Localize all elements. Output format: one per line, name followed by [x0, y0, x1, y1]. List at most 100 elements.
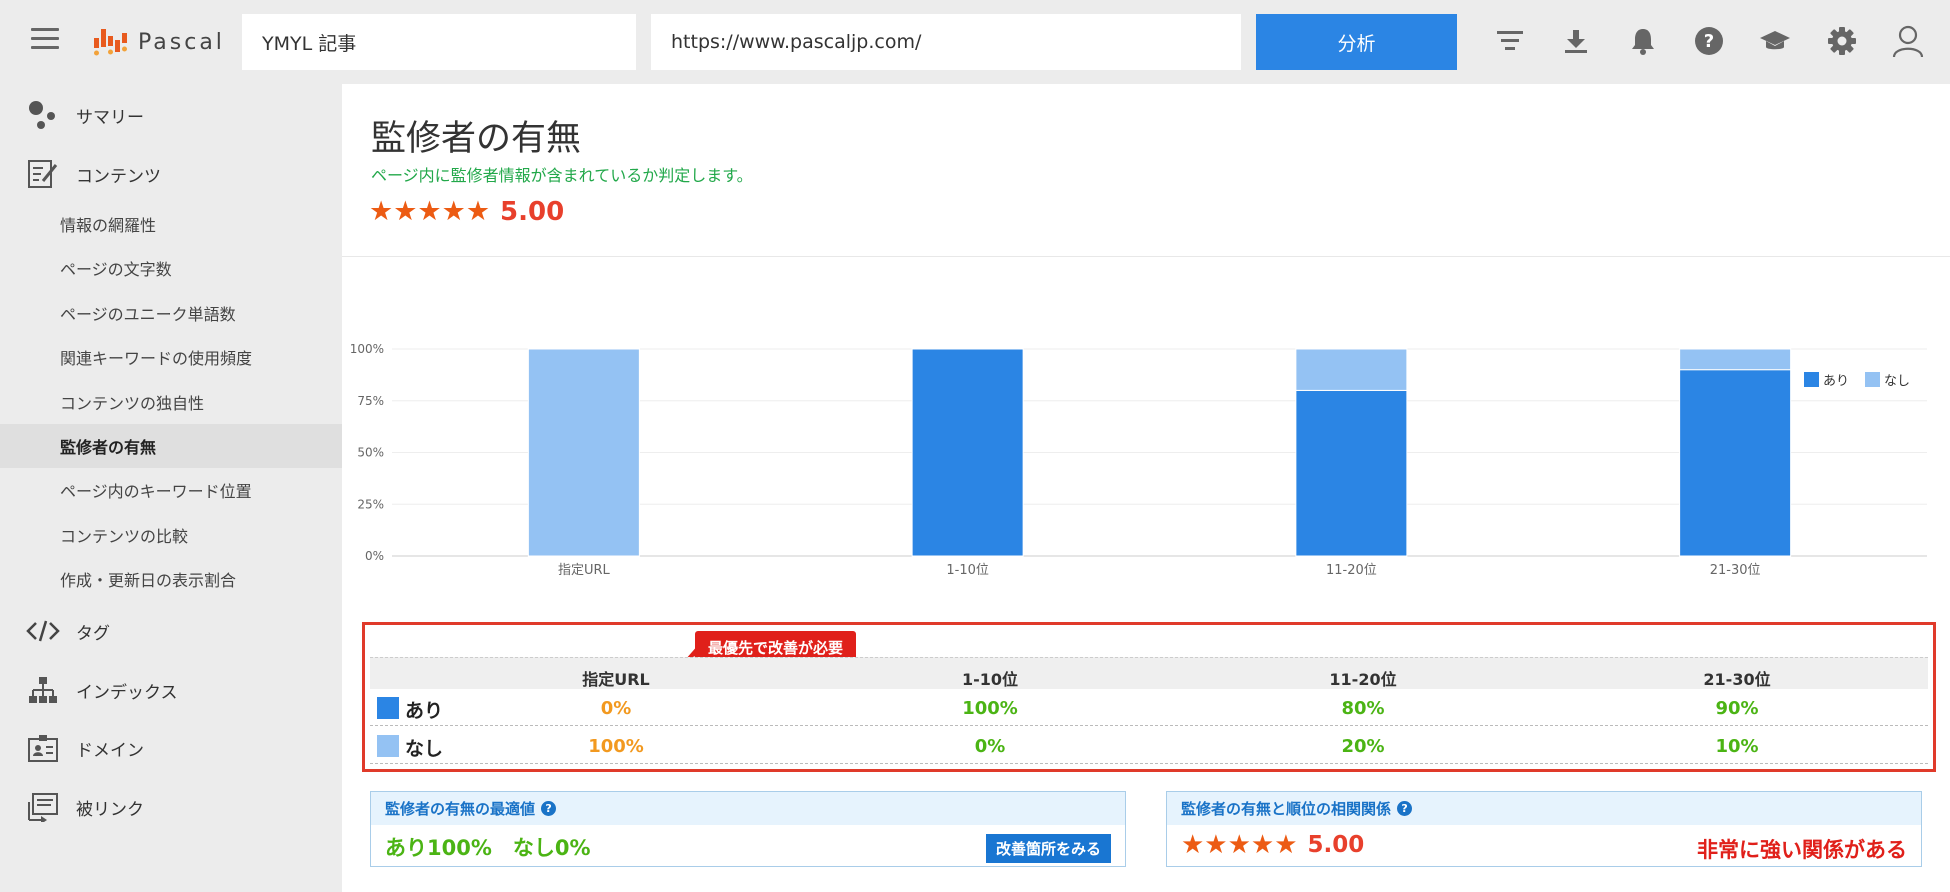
user-icon[interactable]: [1891, 24, 1925, 58]
panel-header: 監修者の有無と順位の相関関係 ?: [1167, 792, 1921, 825]
pascal-logo-icon: [94, 29, 127, 56]
sidebar-item-index[interactable]: インデックス: [0, 668, 342, 712]
table-cell: 80%: [1341, 698, 1385, 719]
top-bar: Pascal 分析 ?: [0, 0, 1950, 84]
optimal-value: あり100% なし0%: [385, 836, 591, 860]
y-tick-label: 100%: [350, 342, 384, 356]
row-swatch: [377, 735, 399, 757]
sidebar-item-label: コンテンツ: [76, 166, 161, 187]
table-cell: 10%: [1715, 736, 1759, 757]
sidebar: サマリー コンテンツ 情報の網羅性 ページの文字数 ページのユニーク単語数 関連…: [0, 84, 342, 892]
correlation-score: 5.00: [1307, 832, 1365, 858]
bar-segment-nashi: [1679, 348, 1792, 371]
url-input[interactable]: [651, 14, 1241, 70]
backlink-icon: [26, 790, 60, 824]
filter-icon[interactable]: [1493, 24, 1527, 58]
sidebar-subitem-keyword-position[interactable]: ページ内のキーワード位置: [0, 468, 342, 512]
x-tick-label: 1-10位: [946, 563, 989, 578]
svg-text:?: ?: [1704, 31, 1714, 52]
sidebar-item-summary[interactable]: サマリー: [0, 93, 342, 137]
row-swatch: [377, 697, 399, 719]
logo[interactable]: Pascal: [92, 22, 225, 62]
table-header-cell: 21-30位: [1703, 670, 1771, 689]
correlation-rating: ★★★★★ 5.00: [1181, 830, 1364, 860]
sidebar-subitem-keyword-frequency[interactable]: 関連キーワードの使用頻度: [0, 335, 342, 379]
gear-icon[interactable]: [1825, 24, 1859, 58]
sidebar-item-backlink[interactable]: 被リンク: [0, 785, 342, 829]
table-header-cell: 指定URL: [582, 670, 650, 689]
view-improvements-button[interactable]: 改善箇所をみる: [985, 834, 1111, 863]
bar-segment-ari: [911, 348, 1024, 557]
sidebar-item-label: インデックス: [76, 682, 178, 703]
chart-plot: 0% 25% 50% 75% 100% 指定URL 1-10位 11-20位 21-30位: [350, 342, 1927, 578]
table-row: なし 100% 0% 20% 10%: [370, 727, 1928, 764]
sidebar-subitem-comparison[interactable]: コンテンツの比較: [0, 513, 342, 557]
table-cell: 100%: [962, 698, 1018, 719]
sidebar-subitem-label: 関連キーワードの使用頻度: [60, 349, 253, 368]
bar-segment-nashi: [1295, 348, 1408, 391]
content-icon: [26, 157, 60, 191]
sidebar-subitem-label: 情報の網羅性: [60, 216, 157, 235]
sidebar-item-content[interactable]: コンテンツ: [0, 152, 342, 196]
help-icon[interactable]: ?: [1692, 24, 1726, 58]
table-cell: 0%: [600, 698, 632, 719]
sidebar-subitem-label: 作成・更新日の表示割合: [60, 571, 237, 590]
bar-segment-ari: [1679, 369, 1792, 557]
row-label: あり: [405, 700, 444, 722]
comparison-table: 最優先で改善が必要 指定URL 1-10位 11-20位 21-30位 あり 0…: [362, 622, 1936, 772]
sidebar-subitem-label: コンテンツの比較: [60, 527, 189, 546]
correlation-panel: 監修者の有無と順位の相関関係 ? ★★★★★ 5.00 非常に強い関係がある: [1166, 791, 1922, 867]
table-cell: 100%: [588, 736, 644, 757]
sidebar-subitem-label: 監修者の有無: [60, 438, 157, 457]
y-tick-label: 25%: [357, 497, 384, 511]
x-tick-label: 指定URL: [558, 563, 611, 578]
id-card-icon: [26, 731, 60, 765]
graduation-cap-icon[interactable]: [1758, 24, 1792, 58]
panel-header: 監修者の有無の最適値 ?: [371, 792, 1125, 825]
sidebar-item-domain[interactable]: ドメイン: [0, 726, 342, 770]
sidebar-subitem-unique-words[interactable]: ページのユニーク単語数: [0, 291, 342, 335]
y-tick-label: 50%: [357, 446, 384, 460]
help-icon[interactable]: ?: [1397, 801, 1413, 816]
page-title: 監修者の有無: [371, 119, 582, 159]
sidebar-subitem-char-count[interactable]: ページの文字数: [0, 246, 342, 290]
summary-icon: [26, 98, 60, 132]
sidebar-item-label: 被リンク: [76, 799, 144, 820]
y-tick-label: 0%: [365, 549, 384, 563]
main-content: 監修者の有無 ページ内に監修者情報が含まれているか判定します。 ★★★★★ 5.…: [342, 84, 1950, 892]
bar-segment-ari: [1295, 389, 1408, 557]
sidebar-item-label: ドメイン: [76, 740, 144, 761]
table-header-cell: 1-10位: [961, 670, 1019, 689]
sidebar-subitem-label: ページのユニーク単語数: [60, 305, 236, 324]
help-icon[interactable]: ?: [541, 801, 557, 816]
optimal-value-panel: 監修者の有無の最適値 ? あり100% なし0% 改善箇所をみる: [370, 791, 1126, 867]
sidebar-item-label: タグ: [76, 623, 110, 644]
sidebar-subitem-supervisor[interactable]: 監修者の有無: [0, 424, 342, 468]
download-icon[interactable]: [1559, 24, 1593, 58]
sidebar-item-tag[interactable]: タグ: [0, 609, 342, 653]
y-tick-label: 75%: [357, 394, 384, 408]
keyword-input[interactable]: [242, 14, 636, 70]
logo-text: Pascal: [138, 29, 225, 55]
chart: あり なし 0% 25% 50% 75% 100% 指定URL 1-10位 11-20位 21-…: [342, 264, 1950, 624]
x-tick-label: 21-30位: [1710, 563, 1761, 578]
sidebar-subitem-originality[interactable]: コンテンツの独自性: [0, 380, 342, 424]
sidebar-item-label: サマリー: [76, 107, 144, 128]
bell-icon[interactable]: [1626, 24, 1660, 58]
star-rating-icon: ★★★★★: [369, 196, 491, 227]
page-subtitle: ページ内に監修者情報が含まれているか判定します。: [371, 166, 753, 185]
sidebar-subitem-coverage[interactable]: 情報の網羅性: [0, 202, 342, 246]
sidebar-subitem-label: コンテンツの独自性: [60, 394, 205, 413]
star-rating-icon: ★★★★★: [1181, 830, 1298, 860]
hamburger-menu-icon[interactable]: [31, 28, 59, 52]
table-cell: 0%: [974, 736, 1006, 757]
table-header: 指定URL 1-10位 11-20位 21-30位: [370, 657, 1928, 689]
panel-title: 監修者の有無と順位の相関関係: [1181, 800, 1392, 818]
code-icon: [26, 614, 60, 648]
bar-segment-nashi: [527, 348, 640, 557]
rating-score: 5.00: [500, 196, 565, 227]
analyze-button[interactable]: 分析: [1256, 14, 1457, 70]
sidebar-subitem-date-display[interactable]: 作成・更新日の表示割合: [0, 557, 342, 601]
sidebar-subitem-label: ページ内のキーワード位置: [60, 482, 252, 501]
row-label: なし: [405, 738, 444, 760]
